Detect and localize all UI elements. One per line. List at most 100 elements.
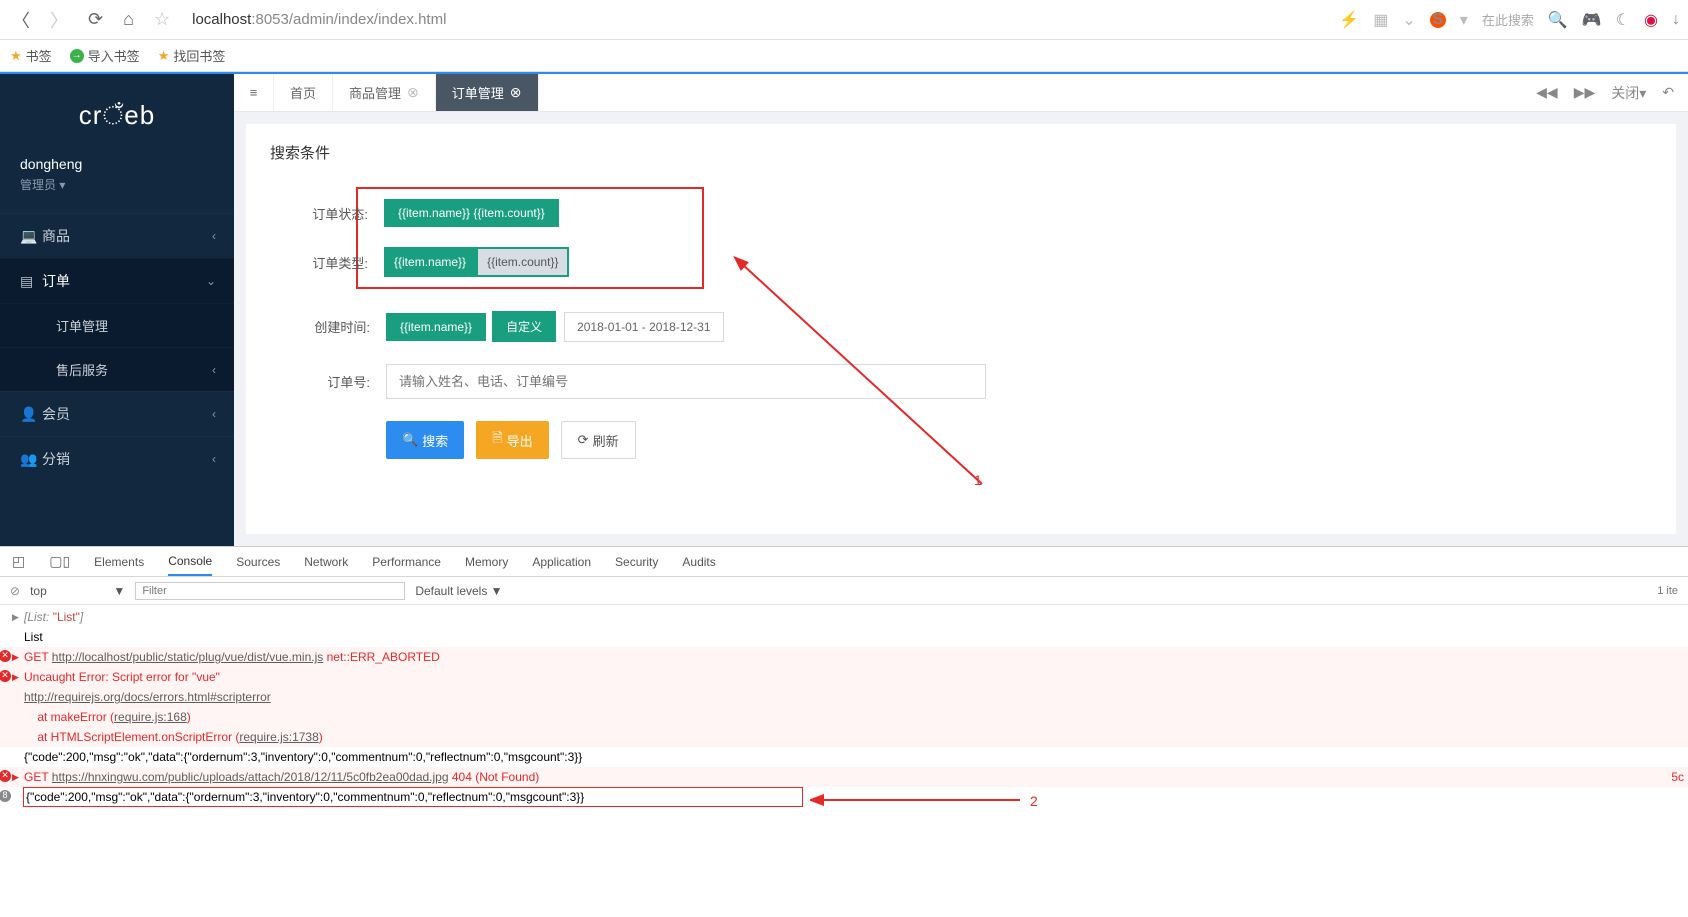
dt-tab-application[interactable]: Application <box>532 555 591 569</box>
download-icon[interactable]: ↓ <box>1672 11 1680 29</box>
dt-tab-network[interactable]: Network <box>304 555 348 569</box>
game-icon[interactable]: 🎮 <box>1582 10 1602 30</box>
dt-tab-memory[interactable]: Memory <box>465 555 508 569</box>
inspect-icon[interactable]: ◰ <box>12 553 25 570</box>
order-type-label: 订单类型: <box>268 253 368 272</box>
console-filter-bar: ⊘ top ▼ Default levels ▼ 1 ite <box>0 577 1688 605</box>
export-icon: 🗎 <box>492 429 502 451</box>
app-logo: crਁeb <box>0 74 234 150</box>
close-icon[interactable]: ⊗ <box>510 84 522 101</box>
qr-icon[interactable]: ▦ <box>1373 10 1388 30</box>
error-icon: ✕ <box>0 650 11 662</box>
console-error-line[interactable]: ✕▶GET https://hnxingwu.com/public/upload… <box>0 767 1688 787</box>
time-preset-pill[interactable]: {{item.name}} <box>386 313 486 341</box>
app-icon[interactable]: ◉ <box>1644 10 1658 30</box>
highlight-box-1: 订单状态: {{item.name}} {{item.count}} 订单类型:… <box>356 187 704 289</box>
console-line[interactable]: {"code":200,"msg":"ok","data":{"ordernum… <box>0 747 1688 767</box>
refresh-button[interactable]: ⟳刷新 <box>561 421 636 459</box>
undo-icon[interactable]: ↶ <box>1662 84 1674 101</box>
date-range-input[interactable]: 2018-01-01 - 2018-12-31 <box>564 312 723 342</box>
app-root: crਁeb dongheng 管理员 ▾ 💻商品‹ ▤订单⌄ 订单管理 售后服务… <box>0 74 1688 546</box>
order-number-label: 订单号: <box>270 372 370 391</box>
refresh-icon: ⟳ <box>578 432 589 448</box>
console-error-line[interactable]: ✕▶GET http://localhost/public/static/plu… <box>0 647 1688 667</box>
home-icon[interactable]: ⌂ <box>119 9 138 30</box>
dt-tab-performance[interactable]: Performance <box>372 555 441 569</box>
order-type-pill[interactable]: {{item.name}} {{item.count}} <box>384 247 569 277</box>
error-icon: ✕ <box>0 770 11 782</box>
clear-console-icon[interactable]: ⊘ <box>10 584 20 598</box>
browser-toolbar: 〈 〉 ⟳ ⌂ ☆ localhost:8053/admin/index/ind… <box>0 0 1688 40</box>
search-placeholder-text[interactable]: 在此搜索 <box>1482 10 1534 29</box>
console-error-line[interactable]: http://requirejs.org/docs/errors.html#sc… <box>0 687 1688 707</box>
dt-tab-elements[interactable]: Elements <box>94 555 144 569</box>
console-line[interactable]: List <box>0 627 1688 647</box>
back-icon[interactable]: 〈 <box>8 7 34 33</box>
sogou-icon[interactable]: S <box>1430 12 1446 28</box>
action-row: 🔍搜索 🗎导出 ⟳刷新 <box>386 421 1652 459</box>
order-icon: ▤ <box>20 273 42 290</box>
console-error-line[interactable]: at makeError (require.js:168) <box>0 707 1688 727</box>
tabbar-actions: ◀◀ ▶▶ 关闭▾ ↶ <box>1522 74 1688 111</box>
order-search-input[interactable] <box>386 364 986 399</box>
close-icon[interactable]: ⊗ <box>407 84 419 101</box>
star-icon: ★ <box>158 48 170 64</box>
find-bookmarks[interactable]: ★找回书签 <box>158 46 226 65</box>
sidebar-item-member[interactable]: 👤会员‹ <box>0 391 234 436</box>
console-error-line[interactable]: at HTMLScriptElement.onScriptError (requ… <box>0 727 1688 747</box>
badge-icon: 8 <box>0 790 11 802</box>
star-icon: ★ <box>10 48 22 64</box>
tab-order-manage[interactable]: 订单管理⊗ <box>436 74 539 111</box>
sidebar-item-order-manage[interactable]: 订单管理 <box>0 303 234 347</box>
devtools-panel: ◰ ▢▯ Elements Console Sources Network Pe… <box>0 546 1688 813</box>
order-status-pill[interactable]: {{item.name}} {{item.count}} <box>384 199 559 227</box>
hamburger-icon[interactable]: ≡ <box>234 74 274 111</box>
forward-icon[interactable]: 〉 <box>46 7 72 33</box>
chevron-down-icon: ⌄ <box>206 274 216 288</box>
export-button[interactable]: 🗎导出 <box>476 421 548 459</box>
device-icon[interactable]: ▢▯ <box>49 553 70 570</box>
tab-home[interactable]: 首页 <box>274 74 333 111</box>
context-selector[interactable]: top ▼ <box>30 584 125 598</box>
sidebar-item-goods[interactable]: 💻商品‹ <box>0 213 234 258</box>
search-button[interactable]: 🔍搜索 <box>386 421 464 459</box>
search-icon[interactable]: 🔍 <box>1548 10 1568 30</box>
tab-prev-icon[interactable]: ◀◀ <box>1536 84 1558 101</box>
bookmarks-menu[interactable]: ★书签 <box>10 46 52 65</box>
chevron-down-icon[interactable]: ⌄ <box>1402 10 1415 30</box>
tab-next-icon[interactable]: ▶▶ <box>1574 84 1596 101</box>
sidebar-item-distribution[interactable]: 👥分销‹ <box>0 436 234 481</box>
flash-icon[interactable]: ⚡ <box>1339 10 1359 30</box>
chevron-left-icon: ‹ <box>212 452 216 466</box>
dt-tab-sources[interactable]: Sources <box>236 555 280 569</box>
error-icon: ✕ <box>0 670 11 682</box>
reload-icon[interactable]: ⟳ <box>84 9 107 30</box>
create-time-label: 创建时间: <box>270 317 370 336</box>
night-mode-icon[interactable]: ☾ <box>1616 10 1630 30</box>
sidebar-item-after-sales[interactable]: 售后服务‹ <box>0 347 234 391</box>
search-icon: 🔍 <box>402 432 418 448</box>
dt-tab-console[interactable]: Console <box>168 554 212 576</box>
favorite-star-icon[interactable]: ☆ <box>150 9 174 30</box>
highlight-box-2: {"code":200,"msg":"ok","data":{"ordernum… <box>24 788 802 806</box>
console-filter-input[interactable] <box>135 582 405 600</box>
dt-tab-security[interactable]: Security <box>615 555 658 569</box>
close-tabs-dropdown[interactable]: 关闭▾ <box>1611 83 1646 103</box>
sidebar-menu: 💻商品‹ ▤订单⌄ 订单管理 售后服务‹ 👤会员‹ 👥分销‹ <box>0 213 234 481</box>
user-role[interactable]: 管理员 ▾ <box>20 176 214 193</box>
sidebar-item-order[interactable]: ▤订单⌄ <box>0 258 234 303</box>
hidden-count: 1 ite <box>1657 585 1678 597</box>
search-panel: 搜索条件 订单状态: {{item.name}} {{item.count}} … <box>246 124 1676 534</box>
chevron-left-icon: ‹ <box>212 229 216 243</box>
log-levels-dropdown[interactable]: Default levels ▼ <box>415 584 502 598</box>
console-error-line[interactable]: ✕▶Uncaught Error: Script error for "vue" <box>0 667 1688 687</box>
panel-title: 搜索条件 <box>270 142 1652 163</box>
address-bar[interactable]: localhost:8053/admin/index/index.html <box>192 11 446 28</box>
custom-time-button[interactable]: 自定义 <box>492 311 556 342</box>
console-line[interactable]: 8 {"code":200,"msg":"ok","data":{"ordernu… <box>0 787 1688 807</box>
console-line[interactable]: ▶[List: "List"] <box>0 607 1688 627</box>
import-bookmarks[interactable]: →导入书签 <box>70 46 140 65</box>
username: dongheng <box>20 156 214 172</box>
dt-tab-audits[interactable]: Audits <box>682 555 715 569</box>
tab-goods-manage[interactable]: 商品管理⊗ <box>333 74 436 111</box>
